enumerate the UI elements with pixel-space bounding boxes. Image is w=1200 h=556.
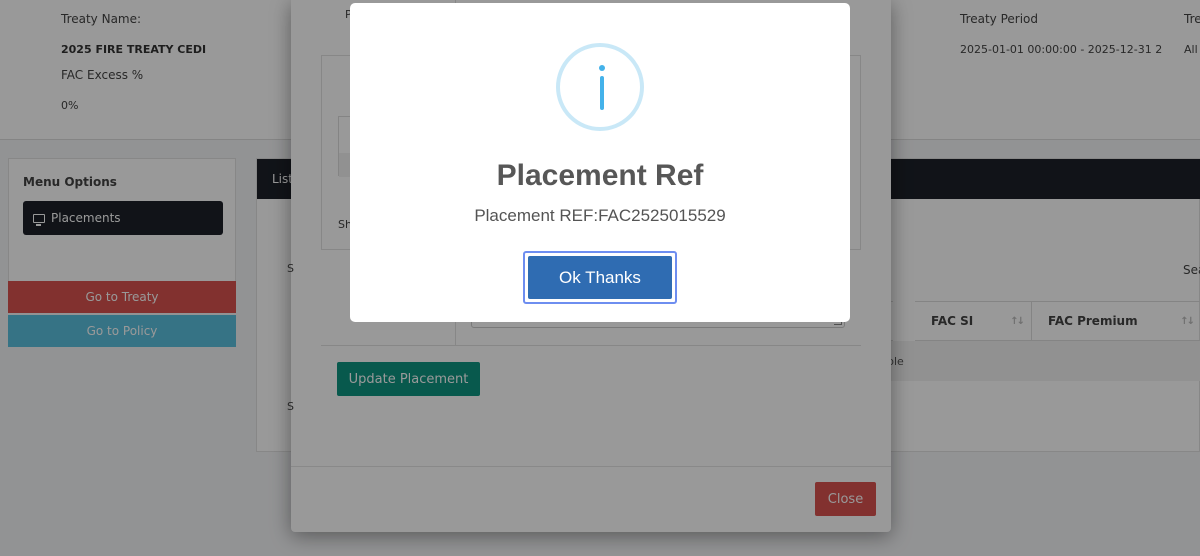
ok-thanks-button[interactable]: Ok Thanks bbox=[523, 251, 677, 304]
info-icon bbox=[556, 43, 644, 131]
alert-title: Placement Ref bbox=[496, 159, 704, 192]
alert-message: Placement REF:FAC2525015529 bbox=[474, 206, 726, 225]
placement-ref-alert: Placement Ref Placement REF:FAC252501552… bbox=[350, 3, 850, 322]
ok-thanks-label: Ok Thanks bbox=[528, 256, 672, 299]
info-icon-stem bbox=[600, 76, 604, 110]
info-icon-dot bbox=[599, 65, 605, 71]
